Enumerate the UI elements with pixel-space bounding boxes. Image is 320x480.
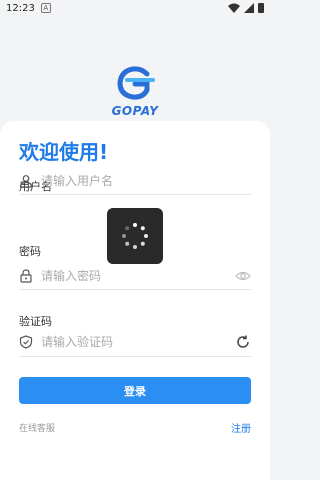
password-field-row	[19, 265, 251, 287]
user-icon	[19, 175, 33, 188]
password-underline	[19, 289, 251, 290]
username-field-row	[19, 170, 251, 192]
loading-spinner-icon	[122, 223, 148, 249]
support-link[interactable]: 在线客服	[19, 421, 55, 434]
loading-dialog	[107, 208, 163, 264]
status-time: 12:23	[6, 2, 35, 14]
status-bar: 12:23 A	[0, 0, 270, 16]
battery-icon	[258, 3, 264, 13]
status-right	[228, 3, 264, 13]
captcha-underline	[19, 356, 251, 357]
captcha-input[interactable]	[39, 334, 228, 350]
status-left: 12:23 A	[6, 3, 51, 14]
captcha-field-row	[19, 331, 251, 353]
welcome-title: 欢迎使用!	[19, 140, 109, 164]
brand-name: GOPAY	[111, 104, 159, 118]
lock-icon	[20, 269, 32, 283]
signal-icon	[244, 3, 254, 13]
shield-icon	[19, 335, 33, 349]
login-button[interactable]: 登录	[19, 377, 251, 404]
username-input[interactable]	[39, 173, 228, 189]
username-underline	[19, 194, 251, 195]
wifi-icon	[228, 3, 240, 13]
eye-icon[interactable]	[235, 268, 251, 284]
gopay-logo-icon	[117, 66, 155, 100]
refresh-icon[interactable]	[235, 334, 251, 350]
notification-icon: A	[40, 3, 51, 13]
password-input[interactable]	[39, 268, 228, 284]
captcha-label: 验证码	[19, 315, 52, 328]
password-label: 密码	[19, 245, 41, 258]
register-link[interactable]: 注册	[231, 420, 251, 435]
